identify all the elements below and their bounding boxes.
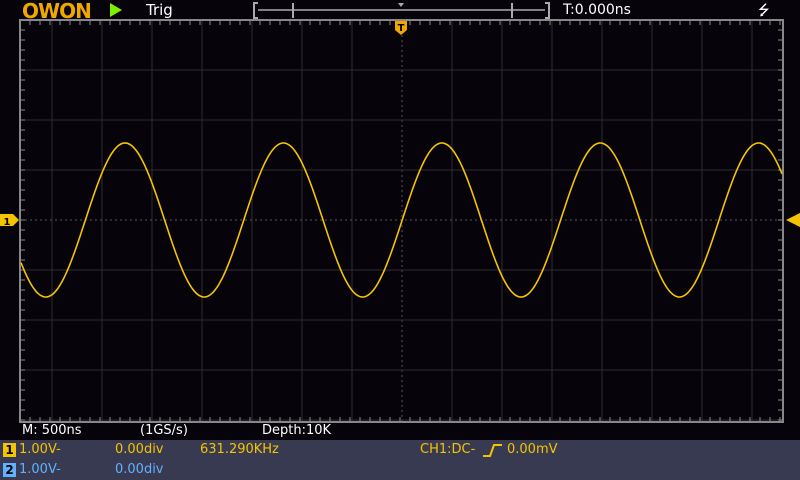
waveform-display[interactable]: T 1 [0,0,800,440]
trigger-position-marker[interactable]: T [395,21,407,35]
ch1-badge[interactable]: 1 [3,443,16,457]
ch1-ground-marker[interactable]: 1 [0,214,19,228]
ch1-scale[interactable]: 1.00V- [19,442,61,457]
memory-depth[interactable]: Depth:10K [262,423,331,438]
trigger-level-marker[interactable] [786,213,800,227]
timebase[interactable]: M: 500ns [22,423,82,438]
trigger-source[interactable]: CH1:DC- [420,442,475,457]
svg-text:T: T [398,23,405,34]
ch2-badge[interactable]: 2 [3,463,16,477]
sample-rate: (1GS/s) [140,423,188,438]
ch1-frequency: 631.290KHz [200,442,279,457]
rising-edge-icon [483,444,502,457]
ch2-offset[interactable]: 0.00div [115,462,164,477]
trigger-level[interactable]: 0.00mV [507,442,558,457]
ch2-status-row[interactable]: 2 1.00V- 0.00div [0,460,800,480]
ch1-status-row[interactable]: 1 1.00V- 0.00div 631.290KHz CH1:DC- 0.00… [0,440,800,460]
ch2-scale[interactable]: 1.00V- [19,462,61,477]
memory-position-bar[interactable] [253,2,550,19]
svg-text:1: 1 [4,217,11,228]
ch1-offset[interactable]: 0.00div [115,442,164,457]
